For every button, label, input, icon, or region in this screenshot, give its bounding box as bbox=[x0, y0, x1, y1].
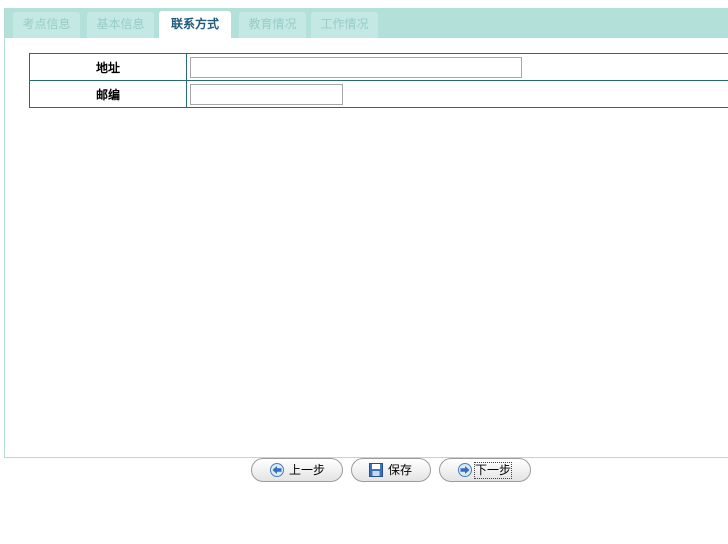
content-panel: 考点信息 基本信息 联系方式 教育情况 工作情况 地址 邮编 bbox=[4, 8, 728, 458]
tab-bar: 考点信息 基本信息 联系方式 教育情况 工作情况 bbox=[5, 8, 728, 40]
floppy-disk-icon bbox=[369, 463, 383, 477]
zip-code-input[interactable] bbox=[190, 83, 343, 105]
address-label: 地址 bbox=[29, 53, 187, 81]
save-button[interactable]: 保存 bbox=[351, 458, 431, 482]
tab-education[interactable]: 教育情况 bbox=[239, 12, 306, 38]
zip-cell bbox=[186, 80, 728, 108]
address-input[interactable] bbox=[190, 56, 522, 78]
previous-step-button[interactable]: 上一步 bbox=[251, 458, 343, 482]
tab-contact-info[interactable]: 联系方式 bbox=[159, 11, 231, 40]
save-label: 保存 bbox=[388, 463, 413, 477]
next-step-button[interactable]: 下一步 bbox=[439, 458, 531, 482]
tab-work-experience[interactable]: 工作情况 bbox=[311, 12, 378, 38]
arrow-right-icon bbox=[458, 463, 472, 477]
zip-label: 邮编 bbox=[29, 80, 187, 108]
tab-basic-info[interactable]: 基本信息 bbox=[87, 12, 154, 38]
address-cell bbox=[186, 53, 728, 81]
tab-exam-site-info[interactable]: 考点信息 bbox=[13, 12, 80, 38]
arrow-left-icon bbox=[270, 463, 284, 477]
address-row: 地址 bbox=[29, 53, 728, 81]
zip-row: 邮编 bbox=[29, 80, 728, 108]
next-step-label: 下一步 bbox=[473, 462, 513, 479]
contact-form-table: 地址 邮编 bbox=[29, 53, 728, 108]
previous-step-label: 上一步 bbox=[289, 463, 326, 477]
